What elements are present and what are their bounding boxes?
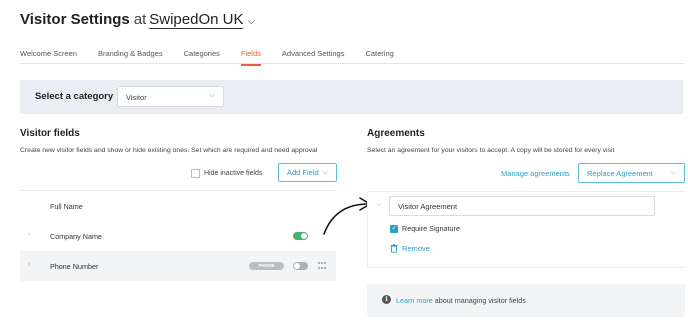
require-signature-label: Require Signature <box>402 224 460 233</box>
visitor-fields-list: Full Name › Company Name › Phone Number … <box>20 190 336 281</box>
field-type-badge: PHONE <box>249 262 284 270</box>
add-field-label: Add Field <box>287 168 319 177</box>
chevron-down-icon: ⌵ <box>322 168 328 176</box>
hide-inactive-checkbox[interactable] <box>191 169 200 178</box>
remove-label: Remove <box>402 244 430 253</box>
list-item[interactable]: › Company Name <box>20 221 336 251</box>
visitor-fields-description: Create new visitor fields and show or hi… <box>20 147 318 154</box>
add-field-button[interactable]: Add Field ⌵ <box>278 163 337 182</box>
chevron-down-icon[interactable]: ⌵ <box>247 16 255 27</box>
info-icon: i <box>382 295 391 304</box>
category-select-value: Visitor <box>126 93 147 102</box>
page-title: Visitor Settings at SwipedOn UK ⌵ <box>20 11 255 29</box>
replace-agreement-label: Replace Agreement <box>587 168 653 178</box>
page-title-at: at <box>133 11 147 28</box>
drag-handle-icon[interactable] <box>318 262 326 270</box>
manage-agreements-link[interactable]: Manage agreements <box>501 169 570 178</box>
list-item[interactable]: Full Name <box>20 191 336 221</box>
remove-agreement-button[interactable]: Remove <box>390 244 430 253</box>
chevron-down-icon: ⌵ <box>670 169 676 176</box>
tabs-divider <box>20 63 684 64</box>
info-box: i Learn more about managing visitor fiel… <box>367 284 685 317</box>
category-label: Select a category <box>35 91 114 102</box>
list-item[interactable]: › Phone Number PHONE <box>20 251 336 281</box>
field-name: Full Name <box>50 202 83 211</box>
hide-inactive-toggle[interactable]: Hide inactive fields <box>191 169 262 178</box>
chevron-right-icon[interactable]: › <box>28 231 30 238</box>
trash-icon <box>390 244 398 253</box>
field-name: Phone Number <box>50 262 99 271</box>
visitor-fields-heading: Visitor fields <box>20 128 80 139</box>
category-select[interactable]: Visitor ⌵ <box>117 86 224 107</box>
chevron-down-icon[interactable]: ⌵ <box>376 201 381 209</box>
field-name: Company Name <box>50 232 102 241</box>
chevron-right-icon[interactable]: › <box>28 261 30 268</box>
checkmark-icon[interactable]: ✓ <box>390 224 398 233</box>
info-text: Learn more about managing visitor fields <box>396 296 526 305</box>
agreement-name-field[interactable]: Visitor Agreement <box>389 196 655 216</box>
field-active-toggle[interactable] <box>293 262 308 270</box>
require-signature-option[interactable]: ✓ Require Signature <box>390 224 460 233</box>
page-title-text: Visitor Settings <box>20 11 130 28</box>
agreements-heading: Agreements <box>367 128 425 139</box>
hide-inactive-label: Hide inactive fields <box>204 170 263 177</box>
category-bar: Select a category Visitor ⌵ <box>20 80 683 114</box>
agreements-description: Select an agreement for your visitors to… <box>367 147 615 154</box>
org-selector[interactable]: SwipedOn UK <box>149 11 244 29</box>
info-text-body: about managing visitor fields <box>434 296 526 305</box>
replace-agreement-select[interactable]: Replace Agreement ⌵ <box>578 163 685 183</box>
field-active-toggle[interactable] <box>293 232 308 240</box>
chevron-down-icon: ⌵ <box>209 92 215 99</box>
learn-more-link[interactable]: Learn more <box>396 296 433 305</box>
